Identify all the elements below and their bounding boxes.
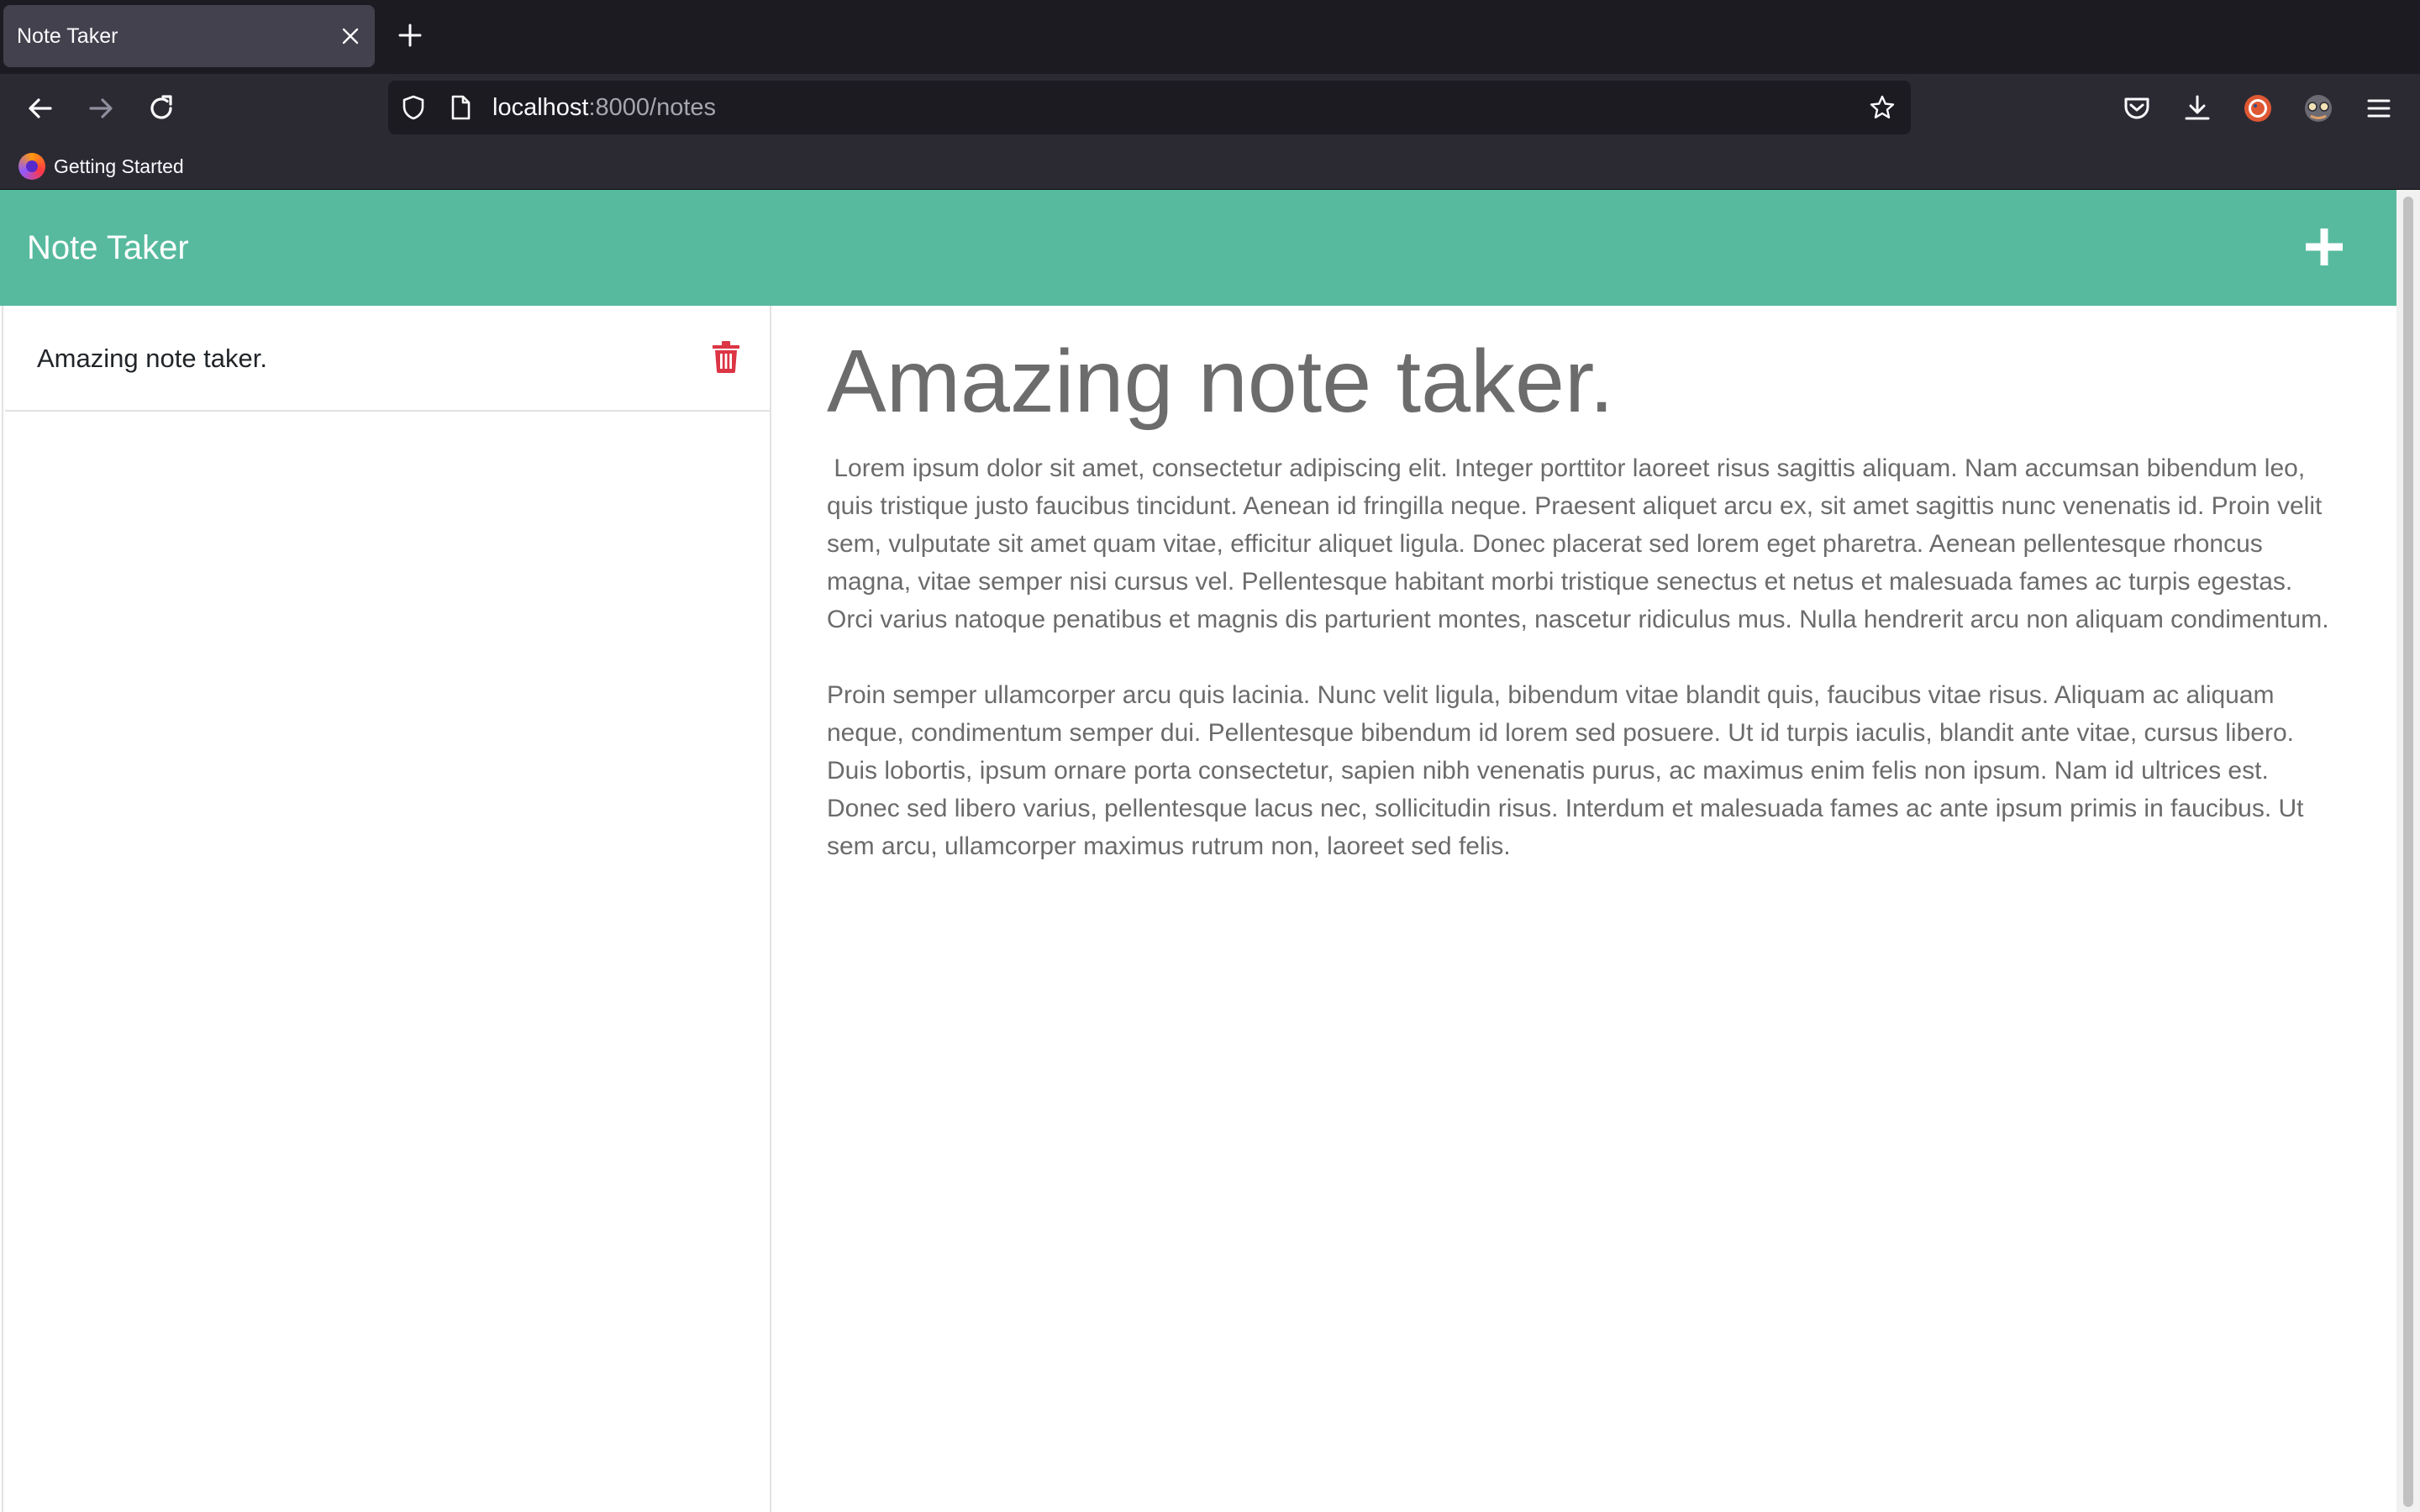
page-icon (451, 95, 471, 120)
notes-list: Amazing note taker. (2, 306, 771, 1512)
tab-title: Note Taker (17, 24, 118, 48)
bookmark-label: Getting Started (54, 155, 184, 177)
download-icon[interactable] (2181, 92, 2213, 124)
shield-icon[interactable] (400, 94, 427, 121)
list-item[interactable]: Amazing note taker. (5, 306, 771, 412)
trash-icon[interactable] (713, 341, 739, 373)
new-tab-plus-icon[interactable] (395, 20, 425, 50)
bookmark-getting-started[interactable]: Getting Started (18, 150, 184, 183)
note-text-area[interactable]: Lorem ipsum dolor sit amet, consectetur … (827, 449, 2339, 865)
app-title[interactable]: Note Taker (27, 190, 189, 306)
duckduckgo-icon[interactable] (2242, 92, 2274, 124)
bookmarks-toolbar: Getting Started (0, 143, 2420, 190)
hamburger-menu-icon[interactable] (2363, 92, 2395, 124)
browser-tab[interactable]: Note Taker (3, 5, 375, 67)
url-text[interactable]: localhost:8000/notes (492, 81, 716, 134)
browser-nav-bar: localhost:8000/notes (0, 74, 2420, 143)
note-item-title: Amazing note taker. (37, 344, 267, 373)
star-icon[interactable] (1869, 94, 1896, 121)
arrow-left-icon[interactable] (24, 92, 57, 125)
browser-tab-bar: Note Taker (0, 0, 2420, 74)
scrollbar-thumb[interactable] (2403, 197, 2413, 1507)
firefox-logo-icon (18, 153, 45, 180)
close-icon[interactable] (339, 25, 361, 47)
note-title-input[interactable]: Amazing note taker. (827, 333, 2339, 431)
arrow-right-icon[interactable] (84, 92, 118, 125)
app-header: Note Taker (0, 190, 2396, 306)
avatar-icon[interactable] (2302, 92, 2334, 124)
reload-icon[interactable] (145, 92, 178, 125)
note-editor: Amazing note taker. Lorem ipsum dolor si… (827, 333, 2339, 865)
page-content: Note Taker Amazing note taker. Amazing n… (0, 190, 2396, 1512)
pocket-icon[interactable] (2121, 92, 2153, 124)
page-scrollbar[interactable] (2396, 190, 2420, 1512)
plus-icon[interactable] (2301, 223, 2348, 270)
url-host: localhost (492, 94, 589, 121)
url-bar[interactable]: localhost:8000/notes (388, 81, 1911, 134)
url-path: :8000/notes (588, 94, 717, 121)
